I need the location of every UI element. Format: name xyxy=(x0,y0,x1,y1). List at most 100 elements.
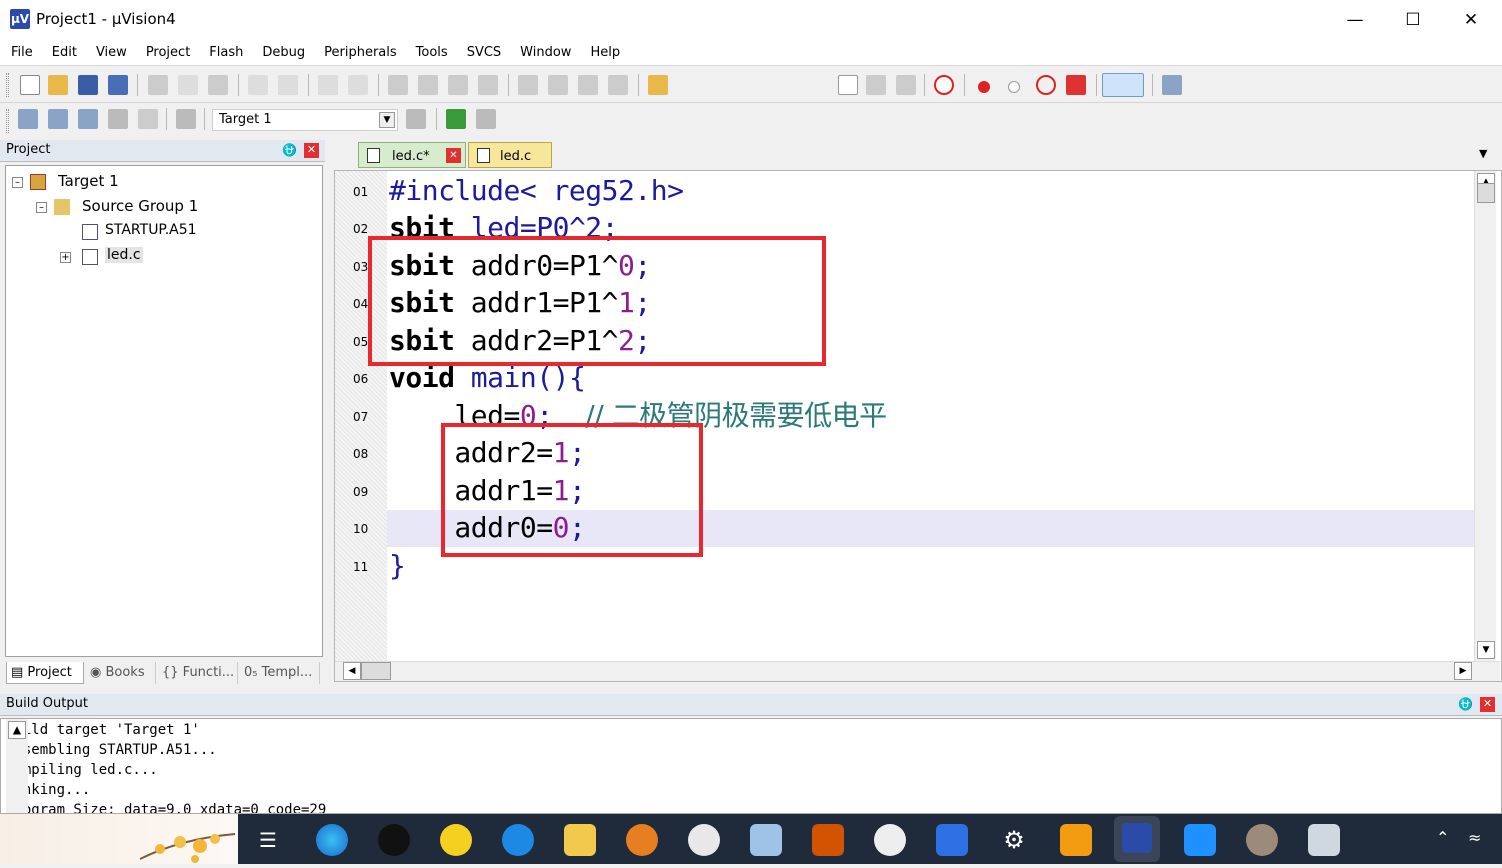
file-explorer-icon[interactable] xyxy=(564,824,596,856)
clear-bookmarks-icon[interactable] xyxy=(478,75,498,95)
build-icon[interactable] xyxy=(48,109,68,129)
maximize-button[interactable]: ☐ xyxy=(1384,0,1442,40)
save-icon[interactable] xyxy=(78,75,98,95)
menu-peripherals[interactable]: Peripherals xyxy=(313,40,405,60)
nav-back-icon[interactable] xyxy=(318,75,338,95)
find-in-files-icon[interactable] xyxy=(648,75,668,95)
tab-functions[interactable]: {} Functi... xyxy=(158,662,238,684)
scroll-thumb[interactable] xyxy=(1477,183,1495,203)
menu-window[interactable]: Window xyxy=(509,40,579,60)
menu-flash[interactable]: Flash xyxy=(198,40,251,60)
tree-source-group[interactable]: Source Group 1 xyxy=(82,197,198,215)
window-layout-dropdown[interactable] xyxy=(1102,73,1144,97)
tree-file-led[interactable]: led.c xyxy=(105,247,143,263)
vertical-scrollbar[interactable]: ▲ xyxy=(6,719,28,813)
prev-bookmark-icon[interactable] xyxy=(418,75,438,95)
find-dropdown[interactable] xyxy=(838,75,858,95)
tab-led-c[interactable]: led.c xyxy=(468,142,552,168)
wifi-icon[interactable]: ≈ xyxy=(1468,828,1481,847)
scroll-left-icon[interactable]: ◀ xyxy=(343,662,361,680)
load-download-icon[interactable] xyxy=(176,109,196,129)
target-select[interactable]: Target 1 ▼ xyxy=(212,109,398,131)
menu-file[interactable]: File xyxy=(0,40,41,60)
settings-icon[interactable]: ⚙ xyxy=(998,824,1030,856)
toolbar-grip[interactable] xyxy=(6,109,9,133)
open-folder-icon[interactable] xyxy=(48,75,68,95)
indent-icon[interactable] xyxy=(518,75,538,95)
manage-components-icon[interactable] xyxy=(446,109,466,129)
pin-icon[interactable]: ⛎ xyxy=(1458,697,1473,711)
tab-led-c-modified[interactable]: led.c* ✕ xyxy=(358,142,466,168)
disable-breakpoint-icon[interactable] xyxy=(1008,81,1020,93)
copy-icon[interactable] xyxy=(178,75,198,95)
scroll-right-icon[interactable]: ▶ xyxy=(1454,662,1472,680)
target-options-icon[interactable] xyxy=(406,109,426,129)
incremental-find-icon[interactable] xyxy=(896,75,916,95)
find-icon[interactable] xyxy=(866,75,886,95)
feishu-icon[interactable] xyxy=(1184,824,1216,856)
collapse-icon[interactable]: – xyxy=(12,177,23,188)
medal-icon[interactable] xyxy=(626,824,658,856)
chevron-up-icon[interactable]: ⌃ xyxy=(1436,828,1449,847)
rebuild-icon[interactable] xyxy=(78,109,98,129)
close-icon[interactable]: ✕ xyxy=(304,143,319,158)
menu-svcs[interactable]: SVCS xyxy=(456,40,509,60)
menu-edit[interactable]: Edit xyxy=(41,40,85,60)
debug-session-icon[interactable] xyxy=(934,75,954,95)
usb-tool-icon[interactable] xyxy=(812,824,844,856)
uncomment-icon[interactable] xyxy=(608,75,628,95)
edge-icon[interactable] xyxy=(316,824,348,856)
toolbar-grip[interactable] xyxy=(6,73,9,97)
nav-forward-icon[interactable] xyxy=(348,75,368,95)
stop-build-icon[interactable] xyxy=(138,109,158,129)
collapse-icon[interactable]: – xyxy=(36,202,47,213)
breakpoint-icon[interactable] xyxy=(978,81,990,93)
redo-icon[interactable] xyxy=(278,75,298,95)
menu-debug[interactable]: Debug xyxy=(251,40,313,60)
batch-build-icon[interactable] xyxy=(108,109,128,129)
undo-icon[interactable] xyxy=(248,75,268,95)
uvision-taskbar-button[interactable] xyxy=(1114,816,1160,862)
wechat-icon[interactable] xyxy=(688,824,720,856)
vertical-scrollbar[interactable]: ▲ ▼ xyxy=(1474,171,1496,661)
wps-icon[interactable] xyxy=(936,824,968,856)
chevron-down-icon[interactable]: ▼ xyxy=(1479,147,1487,160)
bookmark-icon[interactable] xyxy=(388,75,408,95)
build-output-log[interactable]: Build target 'Target 1' assembling START… xyxy=(0,718,1502,814)
cat-avatar-icon[interactable] xyxy=(1246,824,1278,856)
translate-icon[interactable] xyxy=(18,109,38,129)
save-all-icon[interactable] xyxy=(108,75,128,95)
close-icon[interactable]: ✕ xyxy=(446,148,461,163)
comment-icon[interactable] xyxy=(578,75,598,95)
menu-help[interactable]: Help xyxy=(579,40,628,60)
monitor-icon[interactable] xyxy=(1308,824,1340,856)
paste-icon[interactable] xyxy=(208,75,228,95)
security-icon[interactable] xyxy=(1060,824,1092,856)
clock-icon[interactable] xyxy=(874,824,906,856)
chevron-down-icon[interactable]: ▼ xyxy=(379,112,395,128)
configure-icon[interactable] xyxy=(1162,75,1182,95)
new-file-icon[interactable] xyxy=(20,75,40,95)
tab-books[interactable]: ◉ Books xyxy=(86,662,156,684)
cut-icon[interactable] xyxy=(148,75,168,95)
tree-target[interactable]: Target 1 xyxy=(58,172,119,190)
file-extensions-icon[interactable] xyxy=(476,109,496,129)
menu-view[interactable]: View xyxy=(85,40,135,60)
close-icon[interactable]: ✕ xyxy=(1480,697,1495,712)
minimize-button[interactable]: — xyxy=(1326,0,1384,40)
close-button[interactable]: ✕ xyxy=(1442,0,1500,40)
tab-project[interactable]: ▤ Project xyxy=(6,662,84,684)
pin-icon[interactable]: ⛎ xyxy=(282,143,297,157)
horizontal-scrollbar[interactable]: ◀ ▶ xyxy=(335,661,1500,681)
kugou-icon[interactable] xyxy=(502,824,534,856)
scroll-down-icon[interactable]: ▼ xyxy=(1477,641,1495,659)
music-icon[interactable] xyxy=(440,824,472,856)
unindent-icon[interactable] xyxy=(548,75,568,95)
notes-icon[interactable] xyxy=(750,824,782,856)
scroll-up-icon[interactable]: ▲ xyxy=(8,721,26,739)
task-view-icon[interactable]: ☰ xyxy=(252,824,284,856)
kill-breakpoints-icon[interactable] xyxy=(1066,75,1086,95)
menu-tools[interactable]: Tools xyxy=(405,40,456,60)
qq-icon[interactable] xyxy=(378,824,410,856)
scroll-thumb[interactable] xyxy=(361,662,391,680)
